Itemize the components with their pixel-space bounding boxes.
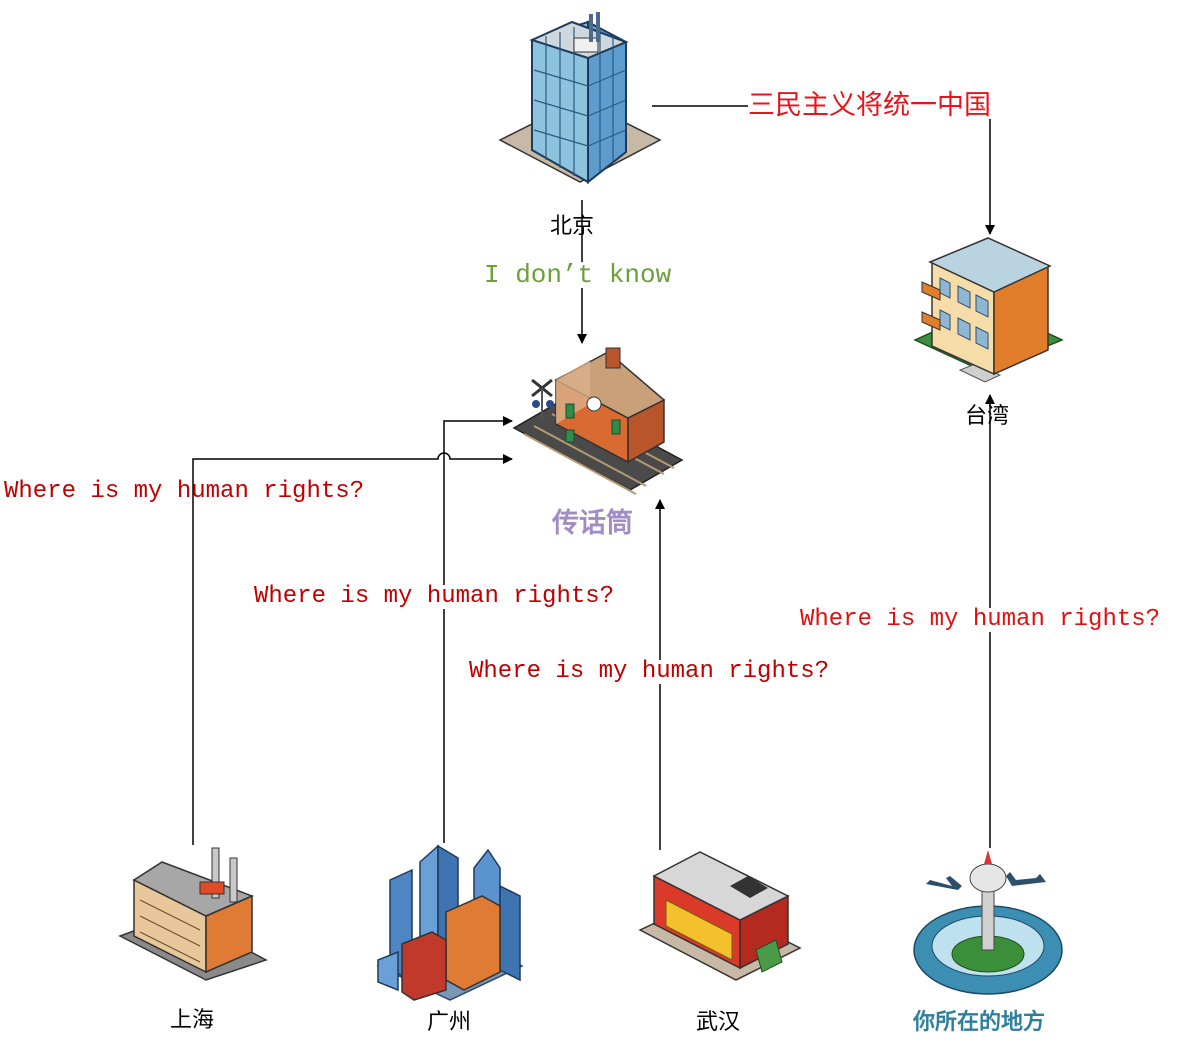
node-label-hub: 传话筒 <box>552 508 633 539</box>
node-label-guangzhou: 广州 <box>427 1010 472 1035</box>
edge-label-wuhan-hub: Where is my human rights? <box>469 658 830 685</box>
train-station-icon <box>512 347 684 495</box>
node-label-wuhan: 武汉 <box>696 1010 741 1035</box>
edge-label-beijing-hub: I don’t know <box>484 260 672 290</box>
shop-building-icon <box>638 851 802 981</box>
apartment-building-icon <box>913 237 1064 383</box>
edge-label-shanghai-hub: Where is my human rights? <box>4 478 365 505</box>
edge-shanghai-hub <box>192 452 513 845</box>
edge-label-you-taiwan: Where is my human rights? <box>800 606 1161 633</box>
edge-label-beijing-taiwan: 三民主义将统一中国 <box>748 90 991 121</box>
edge-label-guangzhou-hub: Where is my human rights? <box>254 583 615 610</box>
edge-beijing-taiwan <box>652 105 995 235</box>
factory-icon <box>118 847 268 981</box>
node-label-you: 你所在的地方 <box>913 1009 1046 1035</box>
node-label-shanghai: 上海 <box>170 1008 215 1033</box>
airport-tower-icon <box>913 850 1063 995</box>
edge-guangzhou-hub <box>443 416 513 843</box>
office-tower-icon <box>498 12 662 185</box>
city-skyline-icon <box>376 844 524 1001</box>
node-label-beijing: 北京 <box>550 214 595 239</box>
node-label-taiwan: 台湾 <box>965 404 1010 429</box>
